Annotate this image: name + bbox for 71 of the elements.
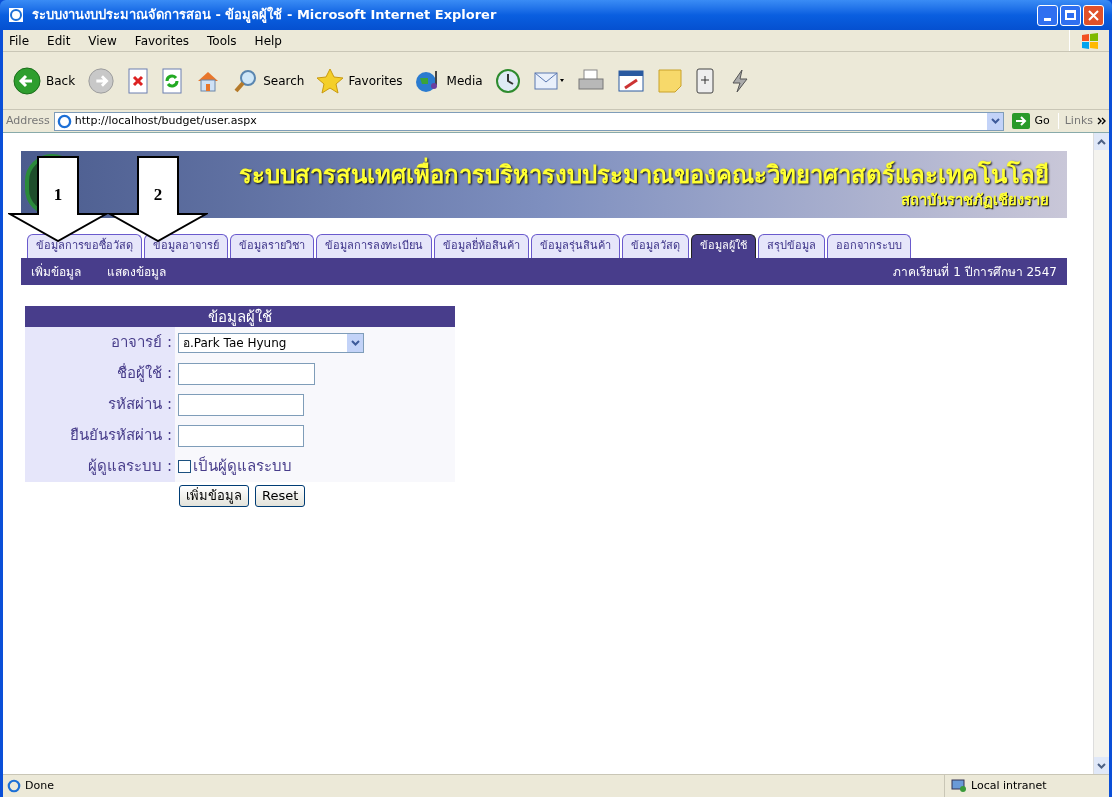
menu-item[interactable]: Favorites bbox=[134, 31, 190, 50]
windows-flag-icon bbox=[1079, 31, 1100, 50]
nav-tab[interactable]: ข้อมูลอาจารย์ bbox=[144, 234, 228, 258]
form-button[interactable]: Reset bbox=[255, 485, 306, 507]
admin-checkbox[interactable] bbox=[178, 460, 191, 473]
field-label: ยืนยันรหัสผ่าน : bbox=[70, 425, 172, 447]
dropdown-button[interactable] bbox=[987, 112, 1004, 130]
nav-tab[interactable]: ข้อมูลผู้ใช้ bbox=[691, 234, 756, 258]
menu-item[interactable]: Help bbox=[254, 31, 282, 50]
menu-item[interactable]: View bbox=[88, 31, 117, 50]
toolbar-button[interactable]: Back bbox=[9, 65, 79, 96]
password-field[interactable] bbox=[178, 393, 304, 416]
menu-item[interactable]: Tools bbox=[207, 31, 237, 50]
network-computer-icon bbox=[951, 779, 967, 793]
star-icon bbox=[316, 67, 345, 94]
page-icon bbox=[7, 779, 21, 793]
page-icon bbox=[56, 113, 72, 129]
address-label: Address bbox=[6, 112, 50, 129]
term-text: ภาคเรียนที่ 1 ปีการศึกษา 2547 bbox=[893, 262, 1057, 281]
nav-tab[interactable]: ข้อมูลการลงทะเบียน bbox=[316, 234, 432, 258]
chevron-down-icon bbox=[1097, 762, 1106, 769]
double-chevron-icon bbox=[1097, 117, 1106, 125]
chevron-up-icon bbox=[1097, 138, 1106, 145]
toolbar-button[interactable]: Media bbox=[411, 67, 486, 94]
address-field[interactable]: http://localhost/budget/user.aspx bbox=[53, 111, 1005, 131]
close-icon bbox=[1088, 9, 1099, 21]
field-label: รหัสผ่าน : bbox=[108, 394, 172, 416]
go-button[interactable]: Go bbox=[1008, 112, 1054, 130]
nav-tab[interactable]: ออกจากระบบ bbox=[827, 234, 911, 258]
field-label: ผู้ดูแลระบบ : bbox=[88, 456, 172, 478]
clock-icon bbox=[494, 67, 521, 94]
scroll-down-button[interactable] bbox=[1094, 757, 1109, 774]
password-field[interactable] bbox=[178, 424, 304, 447]
device-icon bbox=[694, 67, 715, 94]
stop-icon bbox=[127, 67, 150, 94]
maximize-button[interactable] bbox=[1060, 4, 1081, 26]
nav-tab[interactable]: ข้อมูลรุ่นสินค้า bbox=[531, 234, 620, 258]
nav-tab[interactable]: ข้อมูลยี่ห้อสินค้า bbox=[434, 234, 529, 258]
subnav-link[interactable]: แสดงข้อมูล bbox=[107, 262, 166, 281]
minimize-button[interactable] bbox=[1037, 4, 1058, 26]
field-label: ชื่อผู้ใช้ : bbox=[117, 362, 172, 385]
nav-tab[interactable]: สรุปข้อมูล bbox=[758, 234, 825, 258]
menu-item[interactable]: Edit bbox=[47, 31, 71, 50]
toolbar-button[interactable]: Favorites bbox=[313, 67, 406, 94]
zone-text: Local intranet bbox=[971, 777, 1047, 794]
browser-page-icon bbox=[8, 7, 24, 23]
menu-item[interactable]: File bbox=[9, 31, 30, 50]
scroll-up-button[interactable] bbox=[1094, 133, 1109, 150]
refresh-icon bbox=[161, 67, 184, 94]
toolbar-button[interactable]: Search bbox=[230, 67, 308, 94]
subnav-link[interactable]: เพิ่มข้อมูล bbox=[31, 262, 81, 281]
dropdown-button[interactable] bbox=[347, 333, 363, 352]
field-label: อาจารย์ : bbox=[111, 332, 172, 354]
nav-tab[interactable]: ข้อมูลรายวิชา bbox=[230, 234, 314, 258]
document-pencil-icon bbox=[616, 67, 645, 94]
nav-tab[interactable]: ข้อมูลการขอซื้อวัสดุ bbox=[27, 234, 142, 258]
username-field[interactable] bbox=[178, 362, 315, 385]
chevron-down-icon bbox=[350, 339, 360, 346]
banner-subtitle: สถาบันราชภัฏเชียงราย bbox=[901, 190, 1049, 212]
links-button[interactable]: Links bbox=[1057, 112, 1093, 130]
sticky-note-icon bbox=[656, 67, 683, 94]
scrollbar[interactable] bbox=[1093, 133, 1109, 774]
close-button[interactable] bbox=[1083, 4, 1104, 26]
status-text: Done bbox=[25, 777, 54, 794]
teacher-select[interactable]: อ.Park Tae Hyung bbox=[178, 332, 364, 353]
form-button[interactable]: เพิ่มข้อมูล bbox=[179, 485, 249, 507]
form-header: ข้อมูลผู้ใช้ bbox=[25, 306, 455, 327]
nav-tab[interactable]: ข้อมูลวัสดุ bbox=[622, 234, 689, 258]
chevron-down-icon bbox=[990, 118, 1000, 124]
checkbox-label: เป็นผู้ดูแลระบบ bbox=[193, 455, 292, 478]
window-title: ระบบงานงบประมาณจัดการสอน - ข้อมูลผู้ใช้ - Microsoft Internet Explorer bbox=[32, 5, 498, 25]
